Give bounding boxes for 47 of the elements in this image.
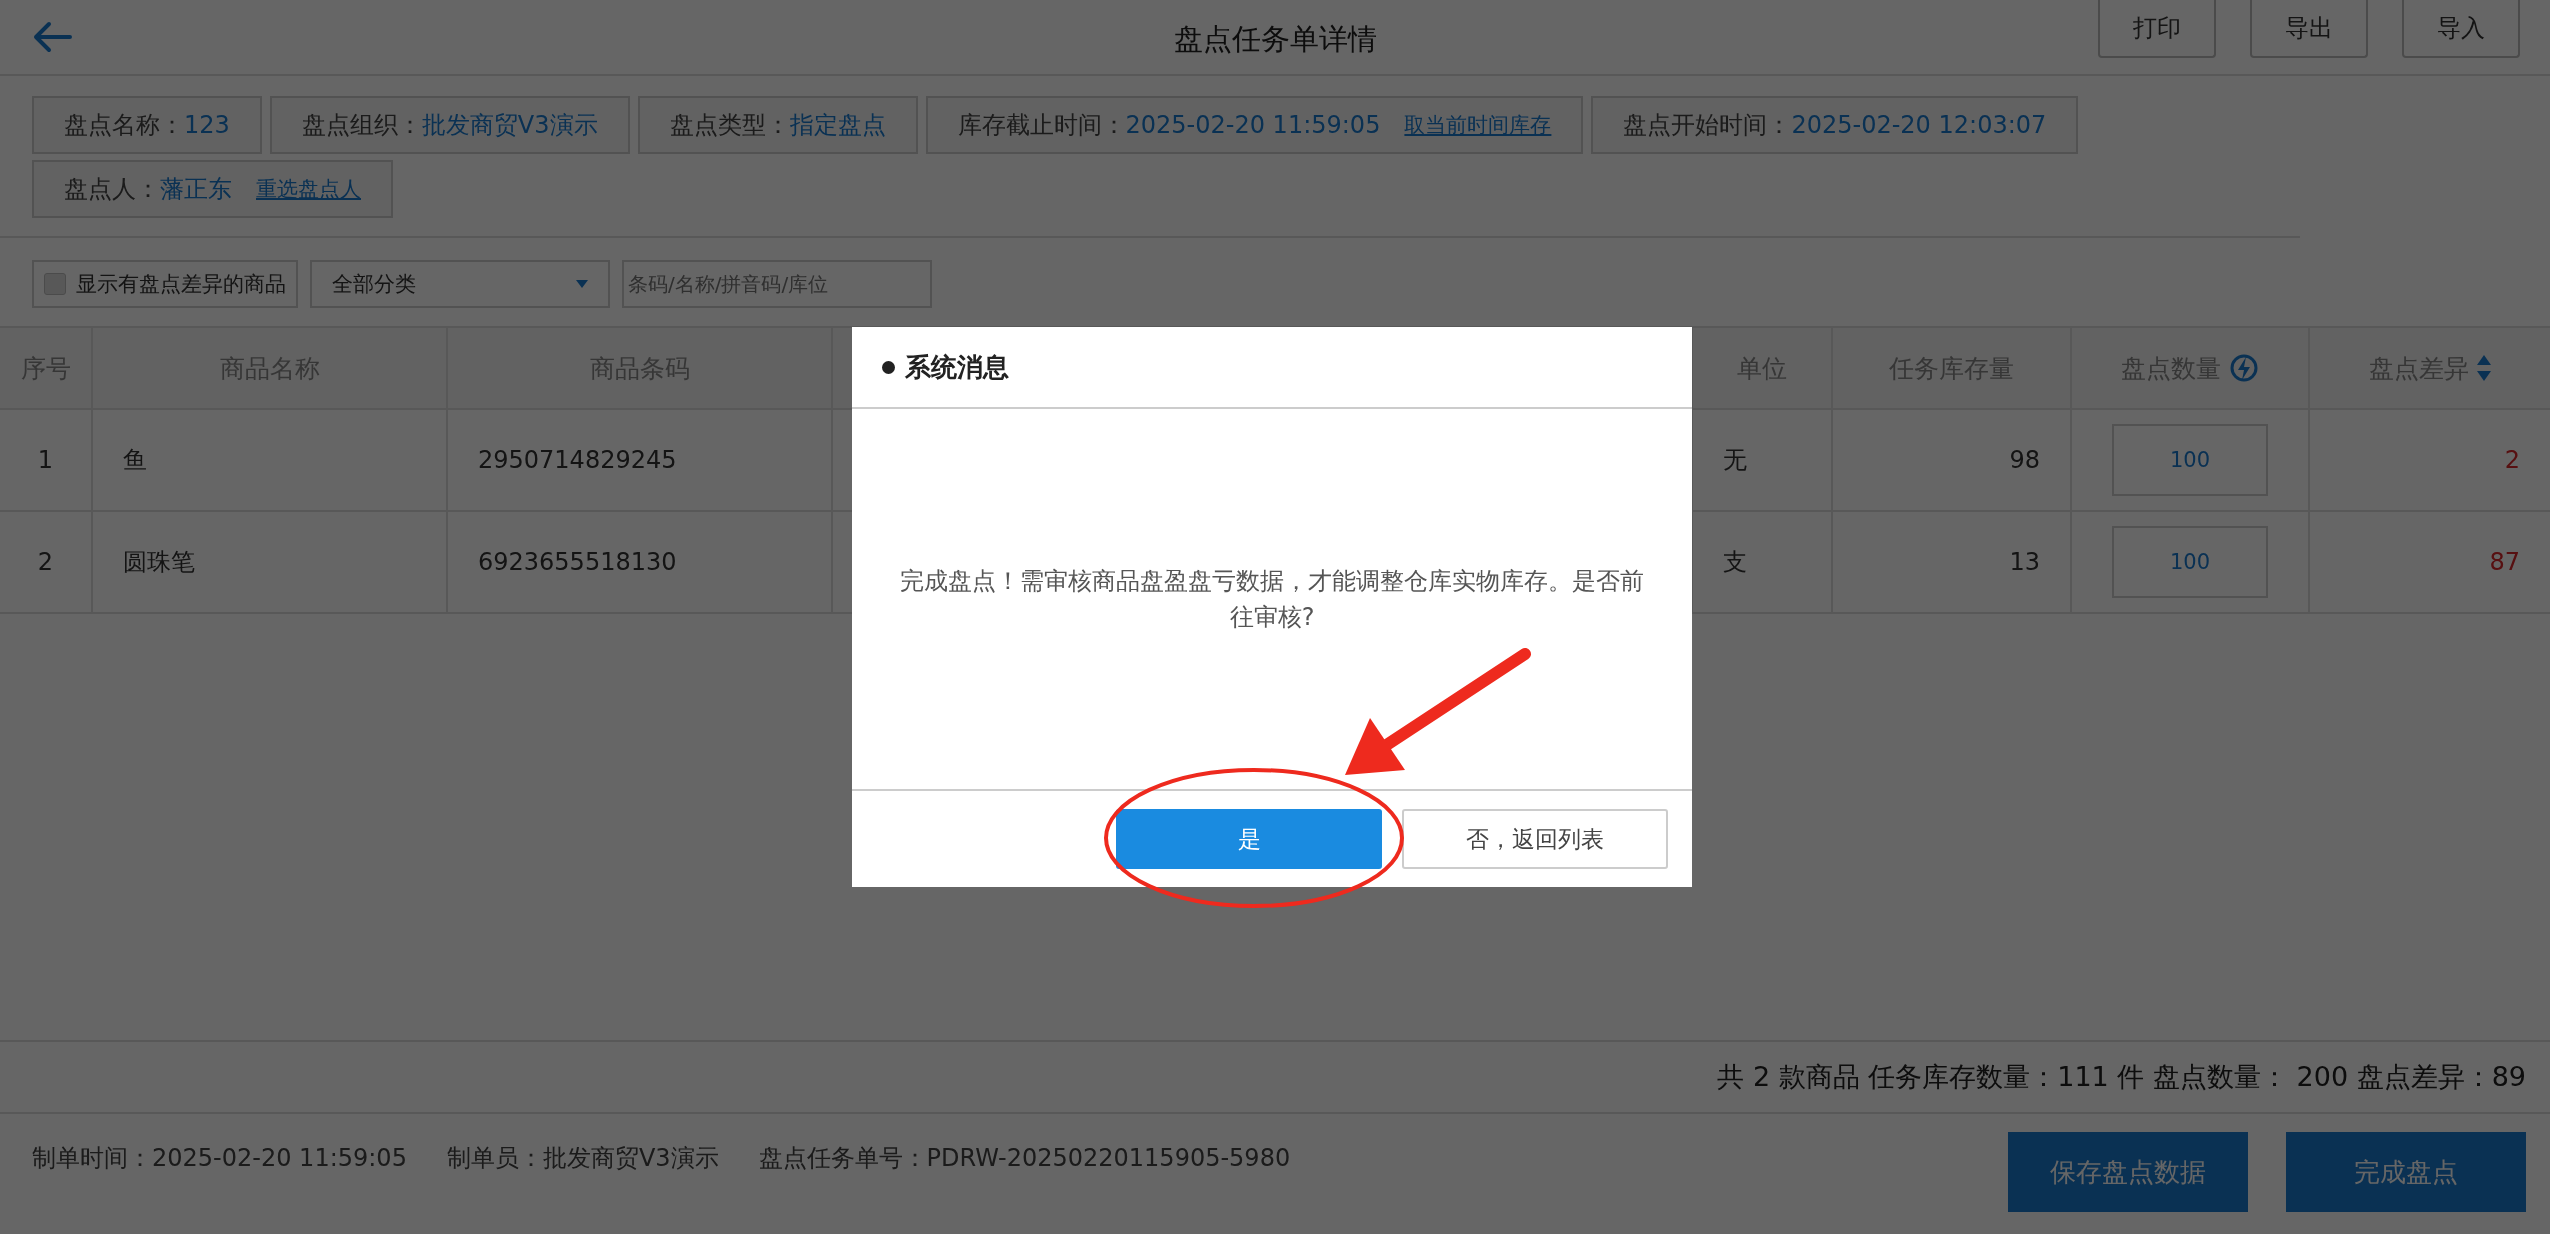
field-label: 盘点类型： <box>669 110 790 141</box>
diff-filter-checkbox[interactable]: 显示有盘点差异的商品 <box>32 260 298 308</box>
table-cell: 6923655518130 <box>448 512 833 612</box>
table-cell: 2 <box>0 512 93 612</box>
field-label: 库存截止时间： <box>957 110 1126 141</box>
action-button[interactable]: 完成盘点 <box>2286 1132 2526 1212</box>
summary-text: 共 2 款商品 任务库存数量：111 件 盘点数量： 200 盘点差异：89 <box>1717 1060 2526 1094</box>
table-cell: 鱼 <box>93 410 448 510</box>
dialog-title: 系统消息 <box>905 350 1009 384</box>
category-dropdown[interactable]: 全部分类 <box>310 260 610 308</box>
table-cell: 13 <box>1833 512 2072 612</box>
field-link[interactable]: 取当前时间库存 <box>1404 111 1552 139</box>
field-value: 藩正东 <box>160 174 232 205</box>
lightning-icon[interactable] <box>2229 353 2259 383</box>
meta-text: 制单时间：2025-02-20 11:59:05 <box>32 1143 407 1174</box>
field-value: 2025-02-20 11:59:05 <box>1125 111 1381 139</box>
sort-icon[interactable] <box>2477 355 2491 381</box>
field-link[interactable]: 重选盘点人 <box>256 175 361 203</box>
dialog-message: 完成盘点！需审核商品盘盈盘亏数据，才能调整仓库实物库存。是否前往审核? <box>899 566 1645 633</box>
toolbar-button[interactable]: 打印 <box>2098 0 2216 58</box>
field-label: 盘点人： <box>64 174 160 205</box>
field-label: 盘点开始时间： <box>1623 110 1792 141</box>
dialog-button[interactable]: 否，返回列表 <box>1402 809 1668 869</box>
toolbar-button[interactable]: 导入 <box>2402 0 2520 58</box>
field-value: 批发商贸V3演示 <box>421 110 598 141</box>
field-value: 指定盘点 <box>789 110 886 141</box>
page-title: 盘点任务单详情 <box>1173 21 1377 58</box>
caret-icon <box>576 280 588 288</box>
table-cell-text: 87 <box>2488 547 2521 578</box>
quantity-field[interactable]: 100 <box>2112 526 2268 598</box>
back-arrow-icon[interactable] <box>32 21 72 53</box>
table-cell: 2950714829245 <box>448 410 833 510</box>
table-cell: 1 <box>0 410 93 510</box>
meta-text: 制单员：批发商贸V3演示 <box>446 1143 719 1174</box>
table-cell-text: 2 <box>2503 445 2521 476</box>
meta-text: 盘点任务单号：PDRW-20250220115905-5980 <box>758 1143 1291 1174</box>
field-value: 2025-02-20 12:03:07 <box>1791 111 2047 139</box>
dialog-button[interactable]: 是 <box>1116 809 1382 869</box>
bullet-icon <box>882 360 895 374</box>
table-cell: 圆珠笔 <box>93 512 448 612</box>
field-value: 123 <box>184 111 230 139</box>
field-label: 盘点名称： <box>64 110 184 141</box>
table-cell: 98 <box>1833 410 2072 510</box>
action-button[interactable]: 保存盘点数据 <box>2008 1132 2248 1212</box>
quantity-field[interactable]: 100 <box>2112 424 2268 496</box>
field-label: 盘点组织： <box>301 110 422 141</box>
toolbar-button[interactable]: 导出 <box>2250 0 2368 58</box>
